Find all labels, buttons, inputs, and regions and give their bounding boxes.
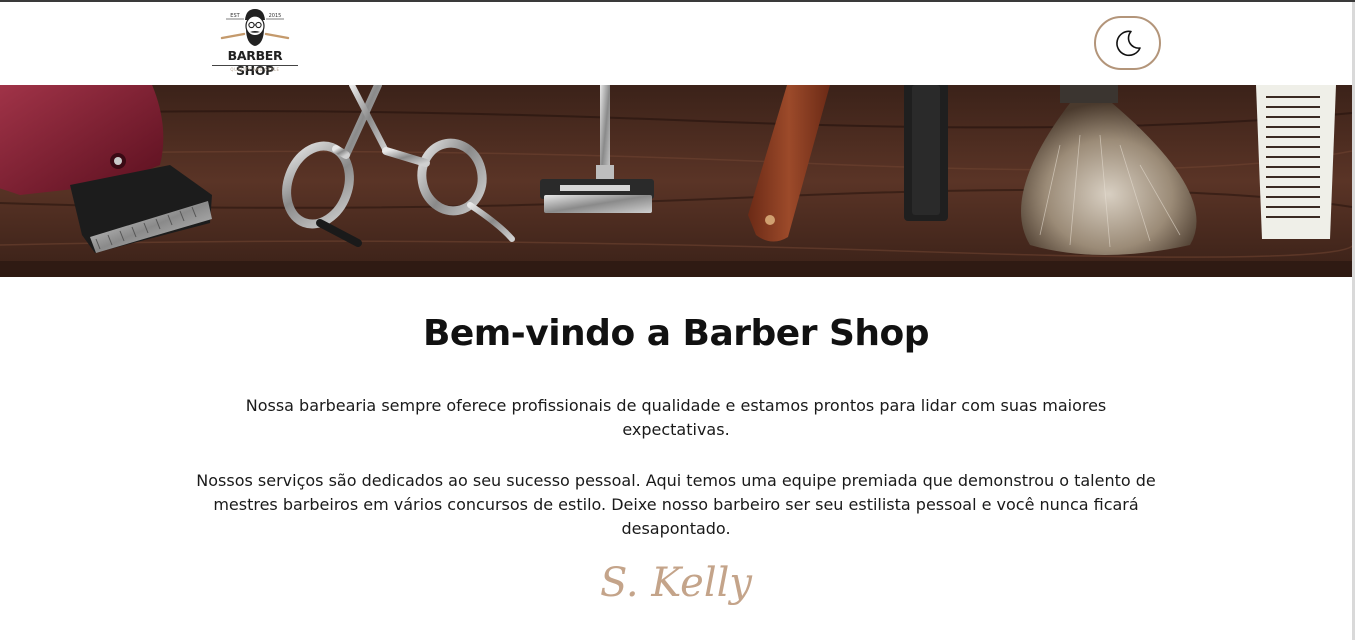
- services-paragraph: Nossos serviços são dedicados ao seu suc…: [196, 471, 1156, 538]
- barber-shop-logo[interactable]: EST 2015 BARBER SHOP QUALITY AND STYLE: [210, 8, 300, 78]
- logo-divider: [212, 65, 298, 66]
- intro-paragraph: Nossa barbearia sempre oferece profissio…: [245, 396, 1107, 439]
- logo-tagline: QUALITY AND STYLE: [230, 67, 280, 72]
- theme-toggle-button[interactable]: [1094, 16, 1161, 70]
- moon-icon: [1115, 30, 1141, 57]
- logo-est: EST: [230, 13, 240, 19]
- logo-brand-text: BARBER SHOP: [227, 48, 283, 78]
- signature: S. Kelly: [599, 560, 753, 606]
- site-header: EST 2015 BARBER SHOP QUALITY AND STYLE: [0, 2, 1352, 85]
- barber-face-icon: EST 2015: [220, 9, 290, 46]
- hero-banner: [0, 85, 1352, 277]
- logo-year: 2015: [269, 13, 282, 19]
- comb-icon: [1256, 85, 1336, 239]
- page-title: Bem-vindo a Barber Shop: [422, 313, 930, 354]
- trimmer-icon: [904, 85, 948, 221]
